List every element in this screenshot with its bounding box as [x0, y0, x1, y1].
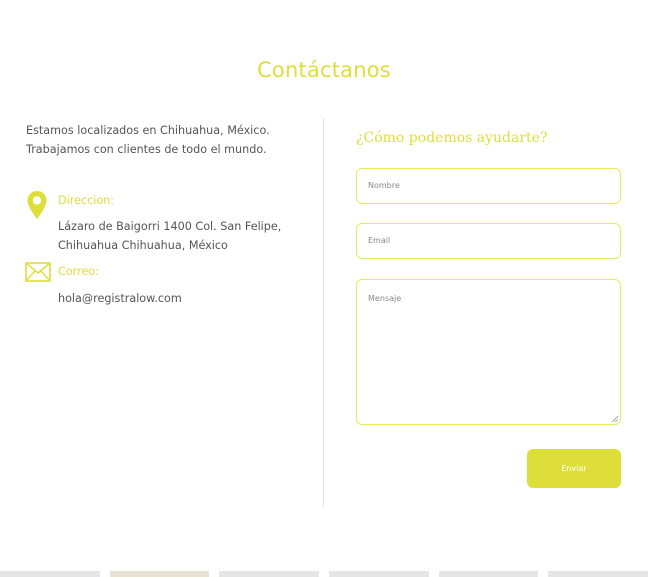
map-tile [438, 571, 539, 577]
send-button[interactable]: Enviar [527, 449, 621, 488]
form-title: ¿Cómo podemos ayudarte? [356, 130, 548, 146]
map-tile [0, 571, 100, 577]
name-placeholder: Nombre [368, 181, 400, 190]
address-label: Direccion: [58, 194, 115, 207]
map-pin-icon [27, 191, 47, 219]
email-label: Correo: [58, 265, 99, 278]
map-tile [219, 571, 320, 577]
map-tile [109, 571, 210, 577]
intro-line-2: Trabajamos con clientes de todo el mundo… [26, 143, 267, 156]
email-field[interactable]: Email [356, 223, 621, 259]
address-line-2: Chihuahua Chihuahua, México [58, 239, 228, 252]
address-line-1: Lázaro de Baigorri 1400 Col. San Felipe, [58, 220, 282, 233]
map-tile [548, 571, 648, 577]
email-placeholder: Email [368, 236, 391, 245]
page-title: Contáctanos [257, 58, 391, 82]
address-text: Lázaro de Baigorri 1400 Col. San Felipe,… [58, 217, 308, 255]
message-placeholder: Mensaje [368, 294, 402, 303]
email-value: hola@registralow.com [58, 292, 182, 305]
name-field[interactable]: Nombre [356, 168, 621, 204]
envelope-icon [25, 262, 51, 282]
column-divider [323, 118, 324, 507]
resize-handle-icon[interactable] [612, 416, 618, 422]
map-strip [0, 571, 648, 577]
intro-text: Estamos localizados en Chihuahua, México… [26, 121, 306, 159]
message-field[interactable]: Mensaje [356, 279, 621, 425]
map-tile [329, 571, 429, 577]
intro-line-1: Estamos localizados en Chihuahua, México… [26, 124, 270, 137]
